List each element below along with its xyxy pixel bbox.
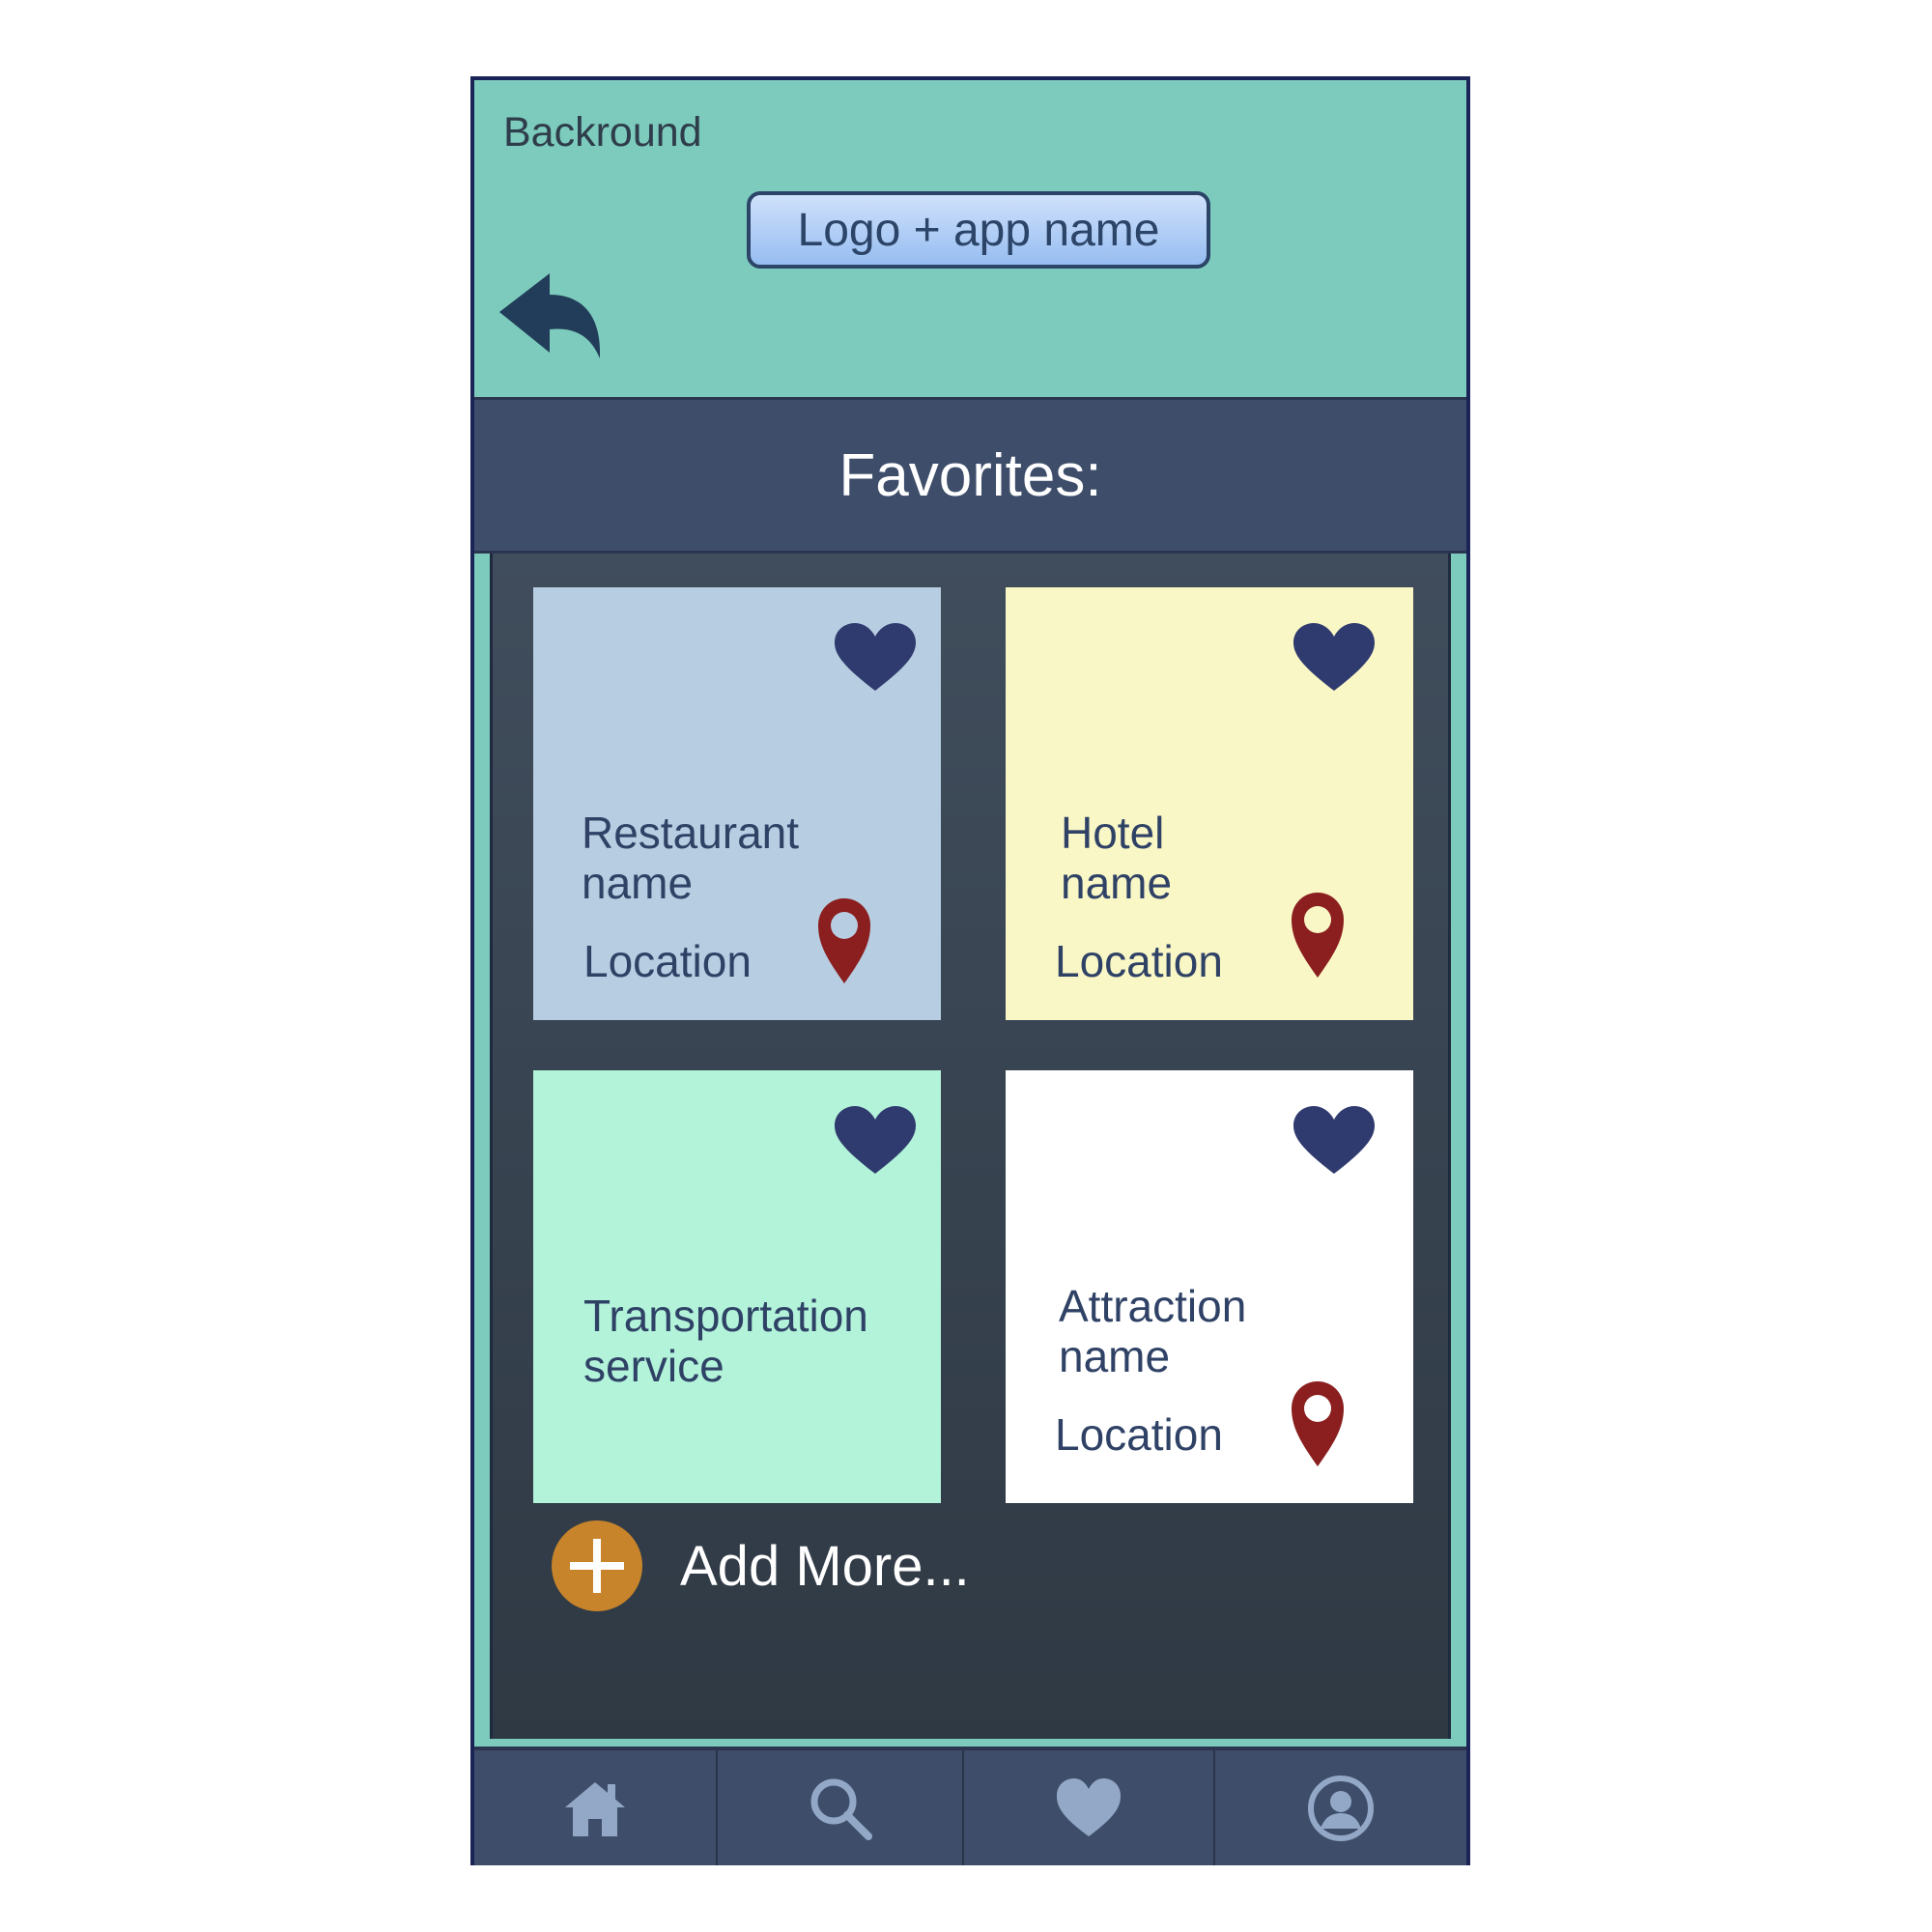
add-more-row[interactable]: Add More... bbox=[551, 1520, 970, 1612]
card-title: Transportation service bbox=[583, 1291, 868, 1391]
background-label: Backround bbox=[503, 109, 702, 156]
profile-icon bbox=[1308, 1775, 1374, 1841]
location-pin-icon[interactable] bbox=[1290, 891, 1346, 980]
header: Backround Logo + app name bbox=[474, 80, 1466, 394]
plus-icon[interactable] bbox=[551, 1520, 643, 1612]
nav-profile[interactable] bbox=[1213, 1750, 1466, 1865]
favorites-grid: Restaurant name Location Hotel name Loca… bbox=[490, 554, 1451, 1739]
nav-search[interactable] bbox=[716, 1750, 962, 1865]
heart-icon[interactable] bbox=[833, 1104, 918, 1176]
hotel-card[interactable]: Hotel name Location bbox=[1006, 587, 1413, 1020]
location-pin-icon[interactable] bbox=[816, 896, 872, 985]
bottom-nav bbox=[474, 1747, 1466, 1865]
search-icon bbox=[810, 1778, 872, 1840]
heart-icon bbox=[1057, 1777, 1121, 1836]
attraction-card[interactable]: Attraction name Location bbox=[1006, 1070, 1413, 1503]
card-location: Location bbox=[1055, 936, 1223, 986]
card-location: Location bbox=[1055, 1409, 1223, 1460]
card-title: Restaurant name bbox=[582, 808, 800, 908]
add-more-label: Add More... bbox=[680, 1534, 970, 1598]
nav-favorites[interactable] bbox=[962, 1750, 1213, 1865]
heart-icon[interactable] bbox=[833, 621, 918, 693]
favorites-bar: Favorites: bbox=[474, 397, 1466, 554]
phone-frame: Backround Logo + app name Favorites: Res… bbox=[470, 76, 1470, 1865]
heart-icon[interactable] bbox=[1292, 621, 1377, 693]
card-title: Attraction name bbox=[1059, 1281, 1247, 1381]
logo-app-name-button[interactable]: Logo + app name bbox=[747, 191, 1210, 269]
back-arrow-icon[interactable] bbox=[497, 271, 609, 368]
location-pin-icon[interactable] bbox=[1290, 1379, 1346, 1468]
restaurant-card[interactable]: Restaurant name Location bbox=[533, 587, 941, 1020]
card-location: Location bbox=[583, 936, 752, 986]
card-title: Hotel name bbox=[1061, 808, 1173, 908]
heart-icon[interactable] bbox=[1292, 1104, 1377, 1176]
home-icon bbox=[565, 1781, 625, 1836]
nav-home[interactable] bbox=[474, 1750, 716, 1865]
favorites-title: Favorites: bbox=[838, 441, 1102, 509]
transportation-card[interactable]: Transportation service bbox=[533, 1070, 941, 1503]
